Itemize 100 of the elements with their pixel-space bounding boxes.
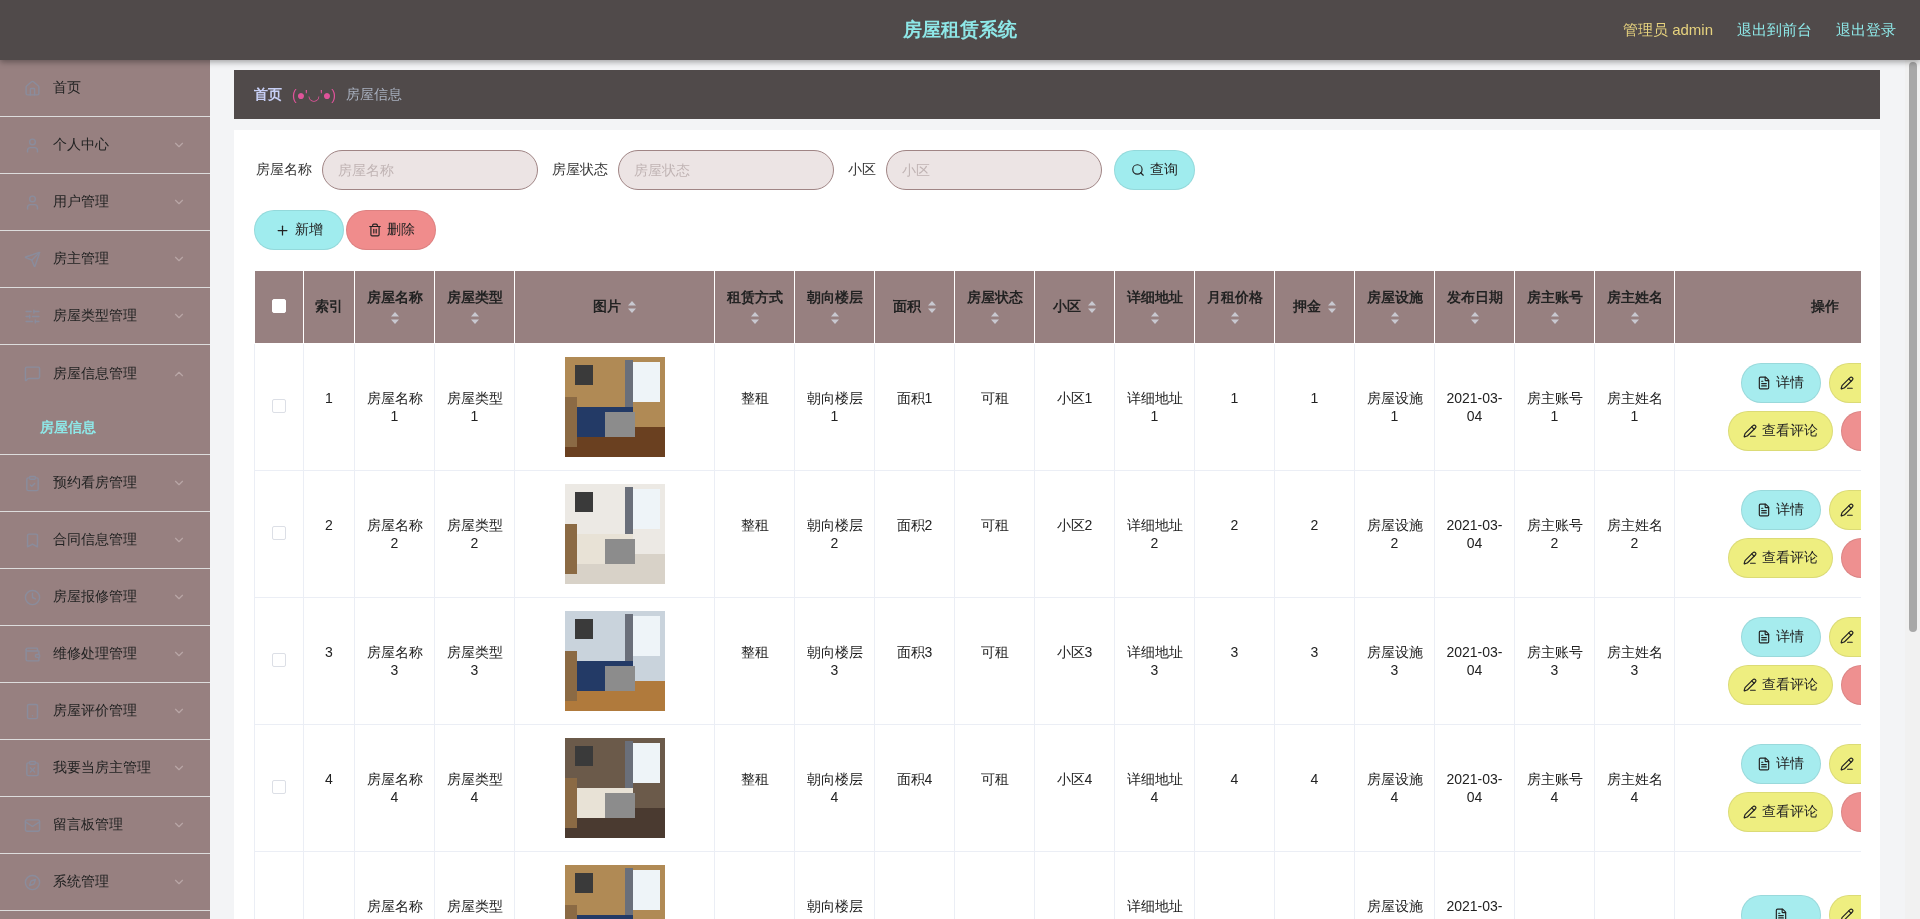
header-link[interactable]: 退出登录 <box>1836 20 1896 40</box>
table-cell: 3 <box>1310 643 1319 661</box>
column-header[interactable]: 详细地址 <box>1126 289 1183 307</box>
table-cell: 可租 <box>980 516 1009 534</box>
table-cell: 小区3 <box>1056 643 1093 661</box>
table-cell: 房屋名称 3 <box>365 643 424 679</box>
sidebar-item[interactable]: 房屋信息管理 <box>0 345 210 402</box>
column-header[interactable]: 房屋设施 <box>1366 289 1423 307</box>
table-cell: 朝向楼层 3 <box>805 643 864 679</box>
table-cell: 面积4 <box>896 770 933 788</box>
table-cell: 房主姓名 2 <box>1605 516 1664 552</box>
comments-button[interactable]: 查看评论 <box>1728 665 1833 705</box>
table-cell: 朝向楼层 <box>806 897 863 915</box>
table-cell: 2021-03-04 <box>1445 516 1504 552</box>
breadcrumb-current: 房屋信息 <box>345 85 402 104</box>
table-cell: 整租 <box>740 516 769 534</box>
delete-button[interactable]: 删除 <box>346 210 436 250</box>
table-cell: 房屋名称 4 <box>365 770 424 806</box>
table-cell: 房屋设施 2 <box>1365 516 1424 552</box>
add-button[interactable]: 新增 <box>254 210 344 250</box>
table-cell: 朝向楼层 1 <box>805 389 864 425</box>
header-link[interactable]: 退出到前台 <box>1737 20 1812 40</box>
table-cell: 小区1 <box>1056 389 1093 407</box>
table-cell: 房主账号 4 <box>1525 770 1584 806</box>
table-cell: 房屋类型 3 <box>445 643 504 679</box>
comments-button[interactable]: 查看评论 <box>1728 538 1833 578</box>
table-cell: 朝向楼层 4 <box>805 770 864 806</box>
table-cell: 2 <box>325 516 333 534</box>
table-cell: 房屋名称 2 <box>365 516 424 552</box>
column-header[interactable]: 房屋名称 <box>366 289 423 307</box>
breadcrumb-home[interactable]: 首页 <box>254 85 282 104</box>
table-cell: 房屋类型 <box>446 897 503 915</box>
table-cell: 整租 <box>740 770 769 788</box>
field-label: 房屋名称 <box>256 161 312 179</box>
table-cell: 3 <box>1230 643 1239 661</box>
table-cell: 房屋类型 2 <box>445 516 504 552</box>
table-cell: 小区4 <box>1056 770 1093 788</box>
table-cell: 详细地址 1 <box>1125 389 1184 425</box>
column-header[interactable]: 月租价格 <box>1206 289 1263 307</box>
column-header[interactable]: 房屋状态 <box>966 289 1023 307</box>
table-cell: 房屋名称 1 <box>365 389 424 425</box>
table-cell: 房屋设施 <box>1366 897 1423 915</box>
column-header[interactable]: 面积 <box>892 298 921 316</box>
column-header: 操作 <box>1810 298 1839 316</box>
table-cell: 房屋名称 <box>366 897 423 915</box>
table-cell: 小区2 <box>1056 516 1093 534</box>
table-cell: 2 <box>1310 516 1319 534</box>
table-cell: 详细地址 4 <box>1125 770 1184 806</box>
table-cell: 整租 <box>740 643 769 661</box>
table-cell: 4 <box>1230 770 1239 788</box>
breadcrumb-separator: (●'◡'●) <box>292 86 336 103</box>
column-header[interactable]: 租赁方式 <box>726 289 783 307</box>
comments-button[interactable]: 查看评论 <box>1728 411 1833 451</box>
table-cell: 可租 <box>980 389 1009 407</box>
table-cell: 3 <box>325 643 333 661</box>
column-header[interactable]: 房主姓名 <box>1606 289 1663 307</box>
column-header[interactable]: 房主账号 <box>1526 289 1583 307</box>
detail-button[interactable]: 详情 <box>1740 744 1821 784</box>
detail-button[interactable]: 详情 <box>1740 617 1821 657</box>
table-cell: 详细地址 2 <box>1125 516 1184 552</box>
table-cell: 房主账号 1 <box>1525 389 1584 425</box>
table-cell: 2021-03- <box>1446 897 1503 915</box>
table-cell: 房主姓名 3 <box>1605 643 1664 679</box>
table-cell: 房屋类型 4 <box>445 770 504 806</box>
column-header[interactable]: 房屋类型 <box>446 289 503 307</box>
table-cell: 房主账号 3 <box>1525 643 1584 679</box>
sidebar-subitem[interactable]: 房屋信息 <box>0 402 210 454</box>
table-cell: 详细地址 <box>1126 897 1183 915</box>
detail-button[interactable]: 详情 <box>1740 490 1821 530</box>
app-title: 房屋租赁系统 <box>903 18 1017 42</box>
table-cell: 房屋设施 3 <box>1365 643 1424 679</box>
table-cell: 详细地址 3 <box>1125 643 1184 679</box>
table-cell: 2021-03-04 <box>1445 770 1504 806</box>
field-label: 房屋状态 <box>552 161 608 179</box>
table-cell: 面积3 <box>896 643 933 661</box>
table-cell: 房主姓名 1 <box>1605 389 1664 425</box>
table-cell: 1 <box>1230 389 1239 407</box>
table-cell: 房主姓名 4 <box>1605 770 1664 806</box>
table-cell: 房屋设施 4 <box>1365 770 1424 806</box>
column-header: 索引 <box>315 298 343 316</box>
column-header[interactable]: 押金 <box>1292 298 1321 316</box>
column-header[interactable]: 发布日期 <box>1446 289 1503 307</box>
table-cell: 朝向楼层 2 <box>805 516 864 552</box>
table-cell: 2 <box>1230 516 1239 534</box>
detail-button[interactable]: 详情 <box>1740 363 1821 403</box>
user-name: 管理员 admin <box>1622 20 1713 40</box>
column-header[interactable]: 朝向楼层 <box>806 289 863 307</box>
table-cell: 4 <box>325 770 333 788</box>
table-cell: 可租 <box>980 770 1009 788</box>
table-cell: 1 <box>325 389 333 407</box>
table-cell: 4 <box>1310 770 1319 788</box>
table-cell: 可租 <box>980 643 1009 661</box>
comments-button[interactable]: 查看评论 <box>1728 792 1833 832</box>
table-cell: 整租 <box>740 389 769 407</box>
column-header[interactable]: 小区 <box>1052 298 1081 316</box>
table-cell: 面积2 <box>896 516 933 534</box>
table-cell: 2021-03-04 <box>1445 643 1504 679</box>
table-cell: 1 <box>1310 389 1319 407</box>
column-header[interactable]: 图片 <box>592 298 621 316</box>
search-button[interactable]: 查询 <box>1114 150 1195 190</box>
